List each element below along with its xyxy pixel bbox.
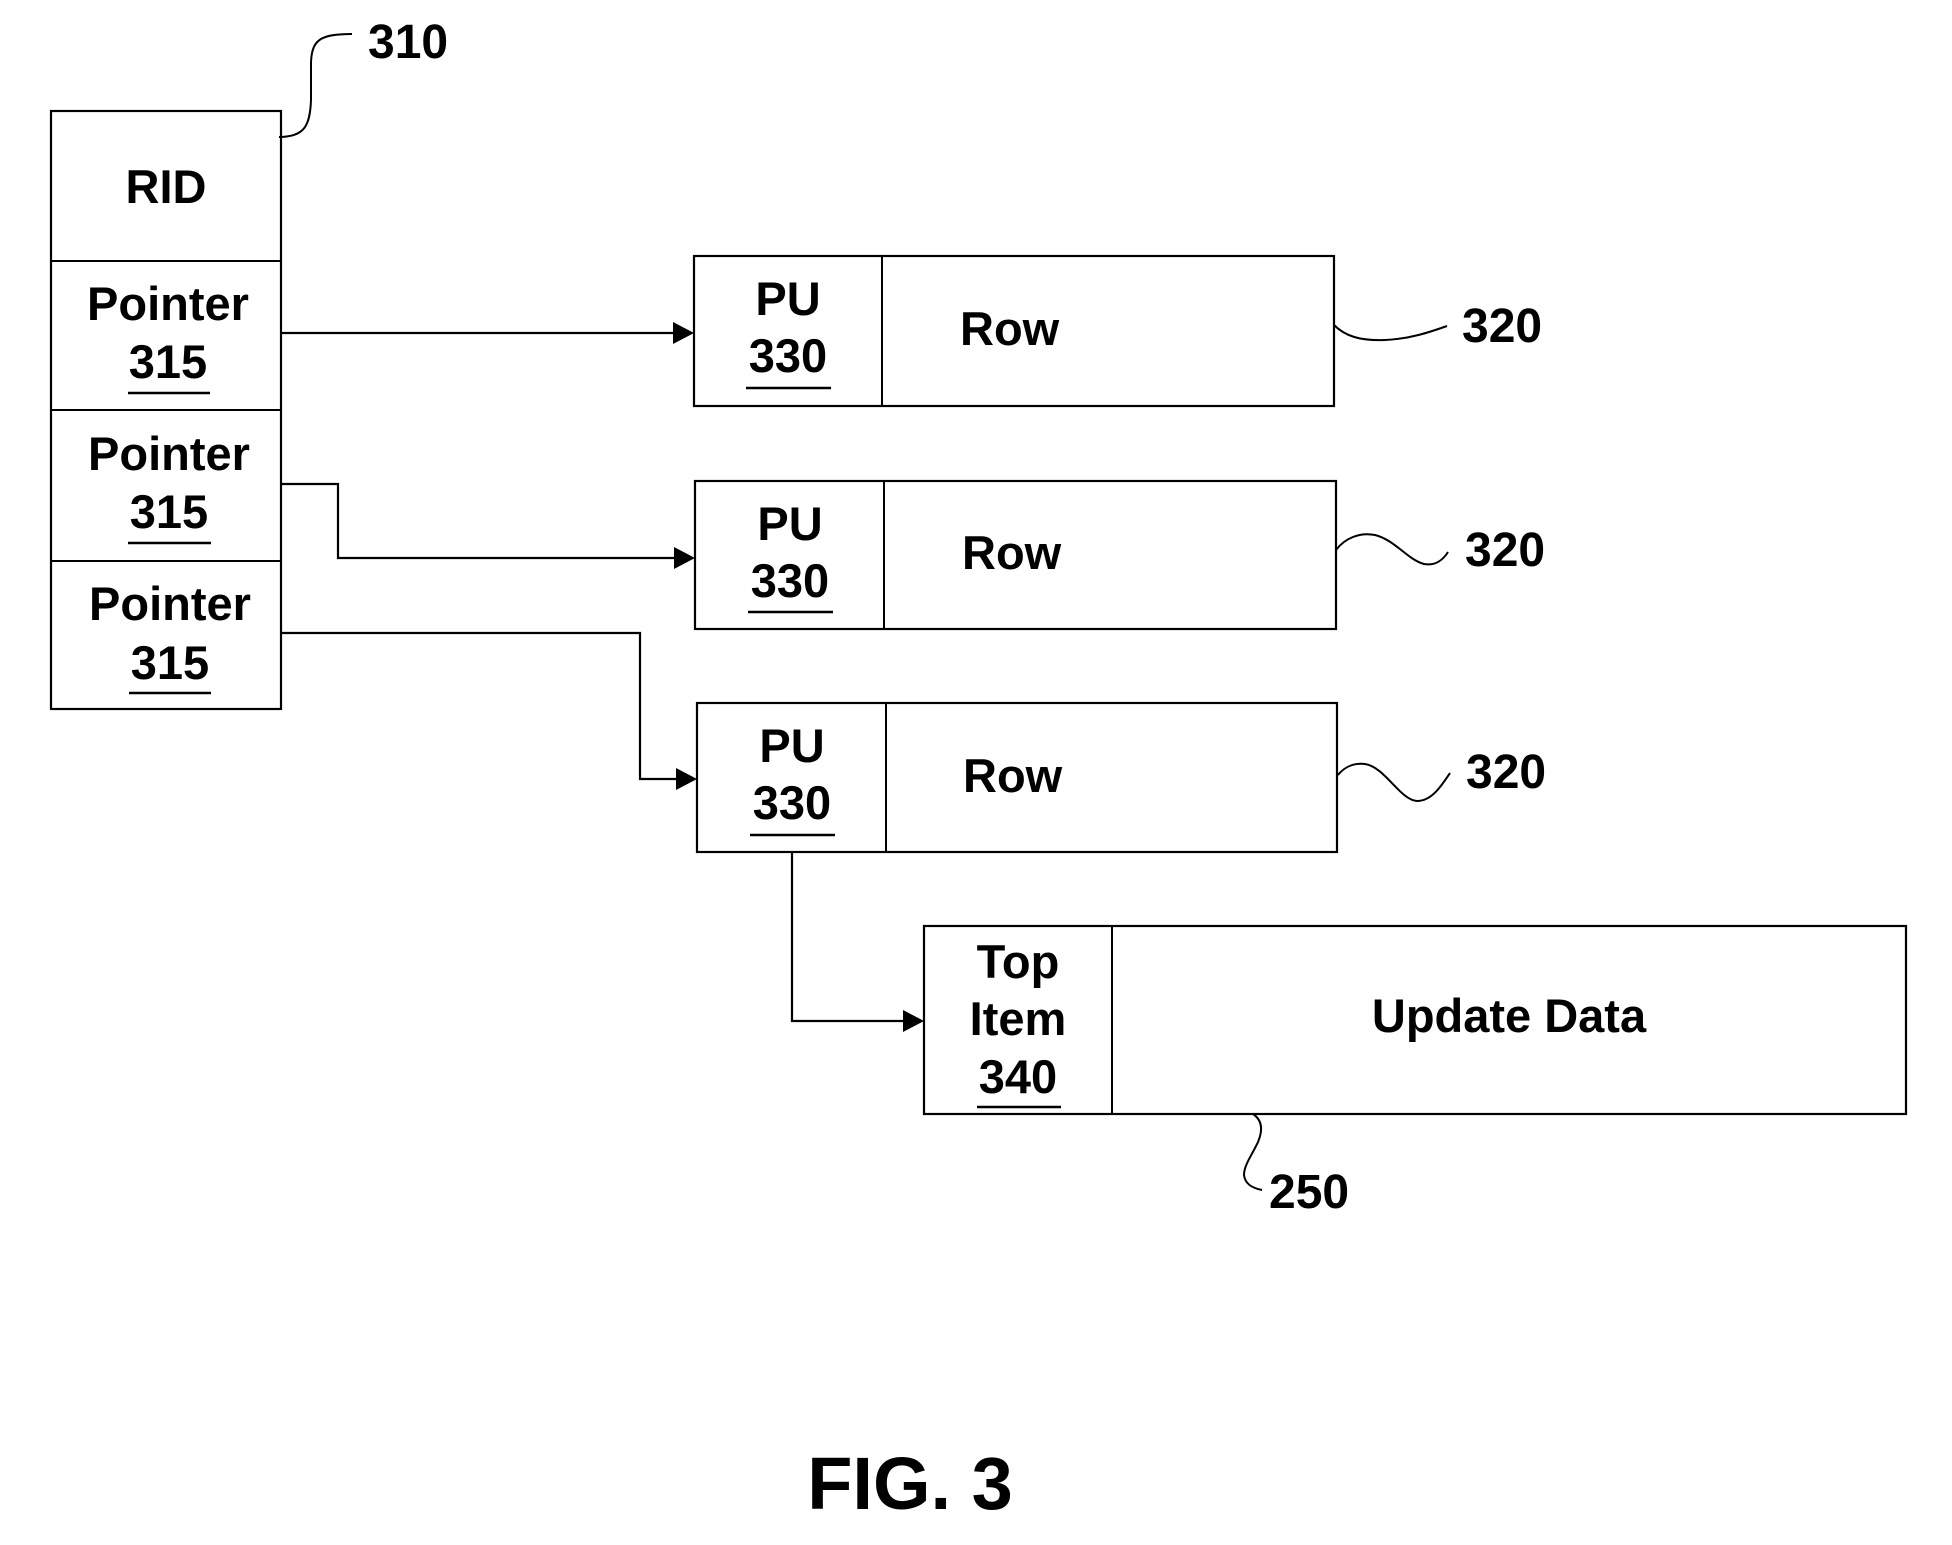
pointer-ref: 315 bbox=[131, 636, 209, 689]
connector-pu-to-update-item bbox=[790, 852, 906, 1023]
ref-320-label: 320 bbox=[1465, 524, 1545, 577]
top-item-line2: Item bbox=[970, 992, 1067, 1045]
arrowhead-icon bbox=[903, 1010, 924, 1032]
fig-3-diagram: RID Pointer 315 Pointer 315 Pointer 315 … bbox=[49, 16, 1908, 1525]
top-item-line1: Top bbox=[977, 935, 1060, 988]
figure-caption: FIG. 3 bbox=[807, 1442, 1013, 1525]
pointer-label: Pointer bbox=[88, 427, 250, 480]
top-item-ref: 340 bbox=[979, 1050, 1057, 1103]
ref-250-label: 250 bbox=[1269, 1166, 1349, 1219]
ref-320-leader bbox=[1333, 324, 1448, 342]
record-structure: RID Pointer 315 Pointer 315 Pointer 315 … bbox=[49, 16, 448, 711]
update-data-label: Update Data bbox=[1372, 989, 1647, 1042]
row-record-3: PU 330 Row 320 bbox=[695, 701, 1546, 854]
arrowhead-icon bbox=[676, 768, 697, 790]
pu-label: PU bbox=[757, 497, 822, 550]
ref-320-leader bbox=[1337, 762, 1451, 803]
row-record-1: PU 330 Row 320 bbox=[692, 254, 1542, 408]
pointer-label: Pointer bbox=[87, 277, 249, 330]
connectors bbox=[281, 322, 924, 1032]
pointer-ref: 315 bbox=[130, 485, 208, 538]
arrowhead-icon bbox=[674, 547, 695, 569]
ref-320-leader bbox=[1335, 533, 1449, 566]
connector-pointer-2-to-row-2 bbox=[281, 482, 677, 560]
pu-label: PU bbox=[759, 719, 824, 772]
row-label: Row bbox=[960, 302, 1060, 355]
pu-ref: 330 bbox=[753, 776, 831, 829]
arrowhead-icon bbox=[673, 322, 694, 344]
ref-320-label: 320 bbox=[1462, 300, 1542, 353]
ref-320-label: 320 bbox=[1466, 746, 1546, 799]
rid-label: RID bbox=[126, 160, 207, 213]
pointer-label: Pointer bbox=[89, 577, 251, 630]
connector-pointer-3-to-row-3 bbox=[281, 631, 679, 781]
ref-310-leader bbox=[278, 33, 353, 138]
row-label: Row bbox=[962, 526, 1062, 579]
row-record-2: PU 330 Row 320 bbox=[693, 479, 1545, 631]
rid-cell: RID bbox=[126, 160, 207, 213]
pointer-ref: 315 bbox=[129, 335, 207, 388]
pu-label: PU bbox=[755, 272, 820, 325]
ref-250-leader bbox=[1242, 1113, 1263, 1191]
ref-310-label: 310 bbox=[368, 16, 448, 69]
update-item: Top Item 340 Update Data 250 bbox=[922, 924, 1908, 1219]
pu-ref: 330 bbox=[749, 329, 827, 382]
pu-ref: 330 bbox=[751, 554, 829, 607]
row-label: Row bbox=[963, 749, 1063, 802]
